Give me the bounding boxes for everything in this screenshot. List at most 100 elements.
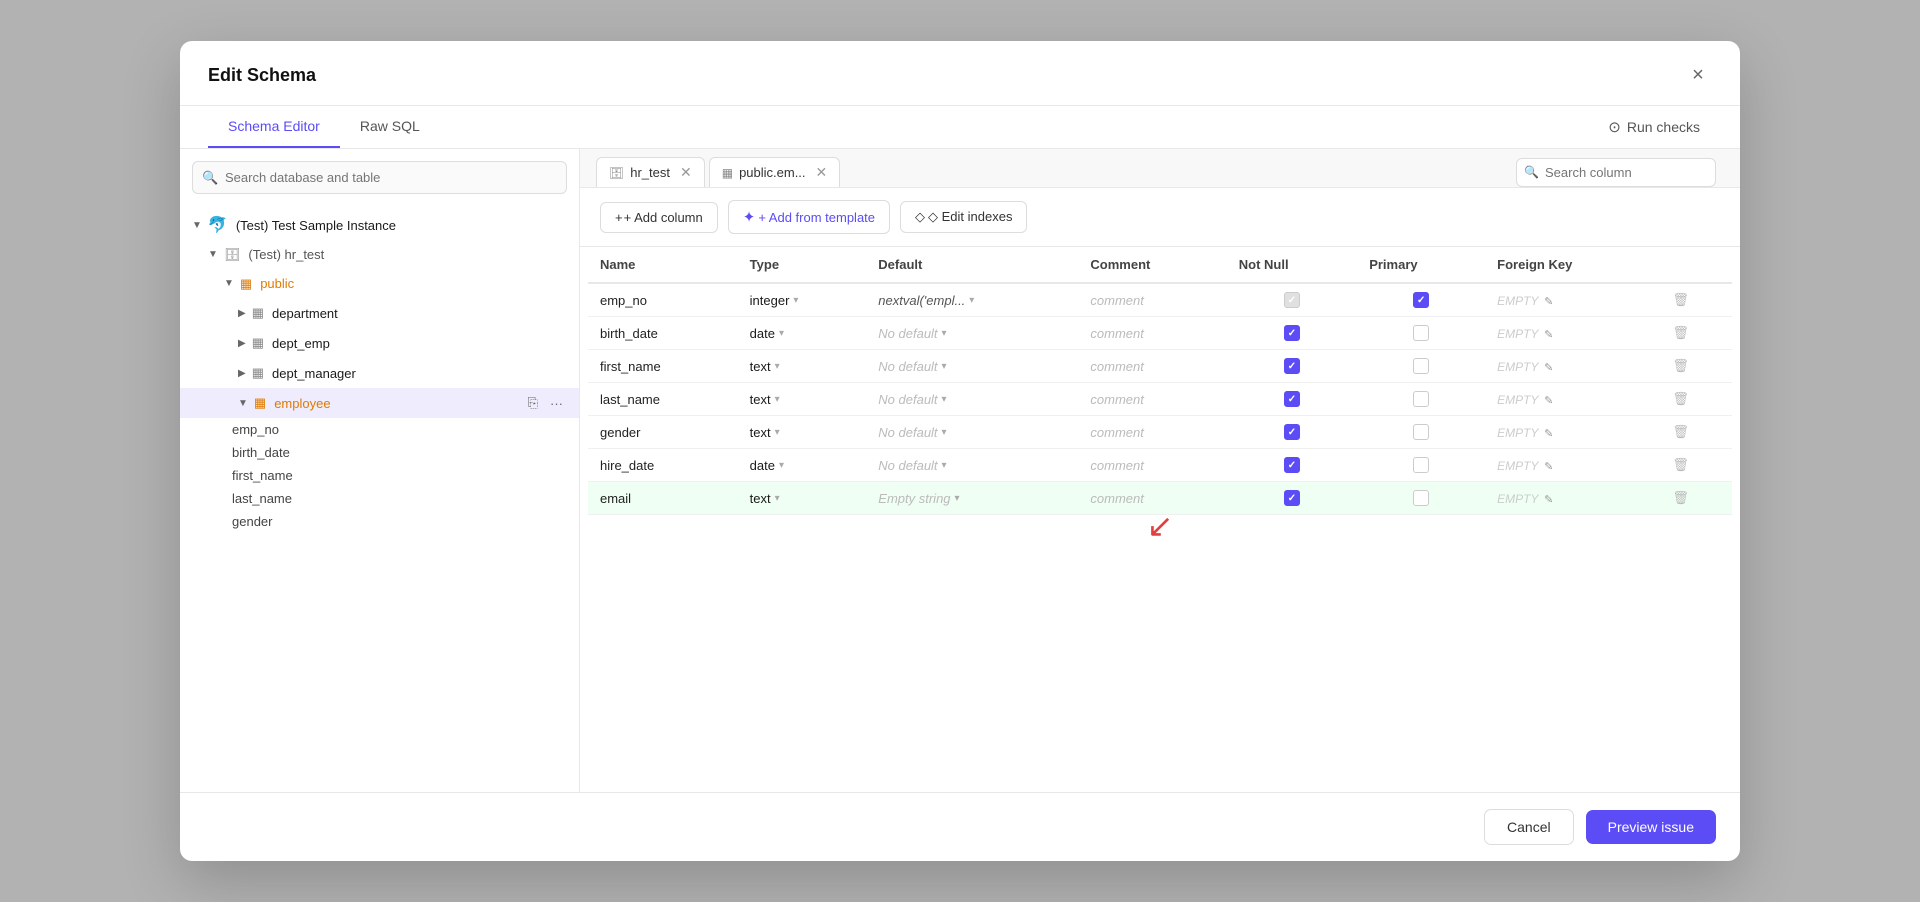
- delete-row-icon[interactable]: 🗑: [1672, 391, 1689, 406]
- not-null-checkbox[interactable]: ✓: [1284, 325, 1300, 341]
- primary-checkbox[interactable]: [1413, 424, 1429, 440]
- tree-item-instance[interactable]: ▼ 🐬 (Test) Test Sample Instance: [180, 210, 579, 240]
- field-first-name[interactable]: first_name: [180, 464, 579, 487]
- tree-item-dept-manager[interactable]: ▶ ▦ dept_manager ⎘ ···: [180, 358, 579, 388]
- cell-name: email: [588, 482, 738, 515]
- type-chevron-icon[interactable]: ▾: [793, 295, 798, 306]
- tree-item-label: dept_emp: [272, 336, 520, 351]
- tree-more-button[interactable]: ···: [546, 393, 567, 413]
- close-button[interactable]: ×: [1684, 61, 1712, 89]
- col-header-fk: Foreign Key: [1485, 247, 1660, 283]
- tab-raw-sql[interactable]: Raw SQL: [340, 106, 440, 148]
- default-chevron-icon[interactable]: ▾: [942, 427, 947, 438]
- default-chevron-icon[interactable]: ▾: [955, 493, 960, 504]
- edit-fk-icon[interactable]: ✎: [1544, 395, 1553, 407]
- tree-copy-button[interactable]: ⎘: [524, 303, 542, 323]
- tree-item-employee[interactable]: ▼ ▦ employee ⎘ ···: [180, 388, 579, 418]
- tree-copy-button[interactable]: ⎘: [524, 393, 542, 413]
- tab-close-button[interactable]: ✕: [816, 164, 828, 181]
- edit-fk-icon[interactable]: ✎: [1544, 296, 1553, 308]
- edit-fk-icon[interactable]: ✎: [1544, 461, 1553, 473]
- not-null-checkbox[interactable]: ✓: [1284, 424, 1300, 440]
- table-tab-hr-test[interactable]: 🗄 hr_test ✕: [596, 157, 705, 187]
- primary-checkbox[interactable]: [1413, 490, 1429, 506]
- default-chevron-icon[interactable]: ▾: [942, 361, 947, 372]
- primary-checkbox[interactable]: [1413, 391, 1429, 407]
- tab-close-button[interactable]: ✕: [680, 164, 692, 181]
- type-chevron-icon[interactable]: ▾: [775, 394, 780, 405]
- run-checks-button[interactable]: ⊙ Run checks: [1596, 110, 1712, 144]
- sidebar: 🔍 ▼ 🐬 (Test) Test Sample Instance ▼ 🗄: [180, 149, 580, 792]
- edit-indexes-button[interactable]: ◇ ◇ Edit indexes: [900, 201, 1027, 233]
- edit-fk-icon[interactable]: ✎: [1544, 428, 1553, 440]
- default-chevron-icon[interactable]: ▾: [969, 295, 974, 306]
- primary-checkbox[interactable]: [1413, 325, 1429, 341]
- table-row: birth_date date ▾ No default ▾ comment: [588, 317, 1732, 350]
- cell-default: No default ▾: [866, 449, 1078, 482]
- cell-type: date ▾: [738, 317, 867, 350]
- tree-item-label: public: [260, 276, 542, 291]
- arrow-annotation: ↖: [588, 515, 1732, 551]
- not-null-checkbox[interactable]: ✓: [1284, 457, 1300, 473]
- delete-row-icon[interactable]: 🗑: [1672, 424, 1689, 439]
- col-header-name: Name: [588, 247, 738, 283]
- table-tab-public-em[interactable]: ▦ public.em... ✕: [709, 157, 841, 187]
- edit-fk-icon[interactable]: ✎: [1544, 494, 1553, 506]
- search-db-input[interactable]: [192, 161, 567, 194]
- type-chevron-icon[interactable]: ▾: [775, 493, 780, 504]
- cell-comment[interactable]: comment: [1078, 416, 1226, 449]
- field-birth-date[interactable]: birth_date: [180, 441, 579, 464]
- type-chevron-icon[interactable]: ▾: [779, 460, 784, 471]
- type-chevron-icon[interactable]: ▾: [779, 328, 784, 339]
- add-from-template-button[interactable]: ✦ + Add from template: [728, 200, 890, 234]
- tree-more-button[interactable]: ···: [546, 333, 567, 353]
- toolbar: + + Add column ✦ + Add from template ◇ ◇…: [580, 188, 1740, 247]
- cell-name: hire_date: [588, 449, 738, 482]
- edit-fk-icon[interactable]: ✎: [1544, 362, 1553, 374]
- not-null-checkbox[interactable]: ✓: [1284, 358, 1300, 374]
- tree-more-button[interactable]: ···: [546, 274, 567, 293]
- type-chevron-icon[interactable]: ▾: [775, 427, 780, 438]
- type-chevron-icon[interactable]: ▾: [775, 361, 780, 372]
- primary-checkbox[interactable]: [1413, 358, 1429, 374]
- preview-issue-button[interactable]: Preview issue: [1586, 810, 1716, 844]
- delete-row-icon[interactable]: 🗑: [1672, 358, 1689, 373]
- cell-default: nextval('empl... ▾: [866, 283, 1078, 317]
- edit-fk-icon[interactable]: ✎: [1544, 329, 1553, 341]
- delete-row-icon[interactable]: 🗑: [1672, 292, 1689, 307]
- not-null-checkbox[interactable]: ✓: [1284, 292, 1300, 308]
- search-column-input[interactable]: [1516, 158, 1716, 187]
- cell-comment[interactable]: comment: [1078, 383, 1226, 416]
- primary-checkbox[interactable]: ✓: [1413, 292, 1429, 308]
- db-tab-icon: 🗄: [609, 166, 624, 180]
- tree-more-button[interactable]: ···: [546, 245, 567, 264]
- primary-checkbox[interactable]: [1413, 457, 1429, 473]
- not-null-checkbox[interactable]: ✓: [1284, 391, 1300, 407]
- tree-more-button[interactable]: ···: [546, 303, 567, 323]
- default-chevron-icon[interactable]: ▾: [942, 460, 947, 471]
- tree-copy-button[interactable]: ⎘: [524, 363, 542, 383]
- tree-item-department[interactable]: ▶ ▦ department ⎘ ···: [180, 298, 579, 328]
- content-area: 🗄 hr_test ✕ ▦ public.em... ✕ 🔍: [580, 149, 1740, 792]
- tab-schema-editor[interactable]: Schema Editor: [208, 106, 340, 148]
- tree-copy-button[interactable]: ⎘: [524, 333, 542, 353]
- cell-comment[interactable]: comment: [1078, 283, 1226, 317]
- delete-row-icon[interactable]: 🗑: [1672, 325, 1689, 340]
- add-column-button[interactable]: + + Add column: [600, 202, 718, 233]
- field-emp-no[interactable]: emp_no: [180, 418, 579, 441]
- cancel-button[interactable]: Cancel: [1484, 809, 1574, 845]
- cell-comment[interactable]: comment: [1078, 449, 1226, 482]
- cell-comment[interactable]: comment: [1078, 317, 1226, 350]
- field-gender[interactable]: gender: [180, 510, 579, 533]
- tree-item-hr-test[interactable]: ▼ 🗄 (Test) hr_test ···: [180, 240, 579, 269]
- default-chevron-icon[interactable]: ▾: [942, 394, 947, 405]
- default-chevron-icon[interactable]: ▾: [942, 328, 947, 339]
- tree-more-button[interactable]: ···: [546, 363, 567, 383]
- not-null-checkbox[interactable]: ✓: [1284, 490, 1300, 506]
- delete-row-icon[interactable]: 🗑: [1672, 457, 1689, 472]
- tree-item-public[interactable]: ▼ ▦ public ···: [180, 269, 579, 298]
- delete-row-icon[interactable]: 🗑: [1672, 490, 1689, 505]
- cell-comment[interactable]: comment: [1078, 350, 1226, 383]
- field-last-name[interactable]: last_name: [180, 487, 579, 510]
- tree-item-dept-emp[interactable]: ▶ ▦ dept_emp ⎘ ···: [180, 328, 579, 358]
